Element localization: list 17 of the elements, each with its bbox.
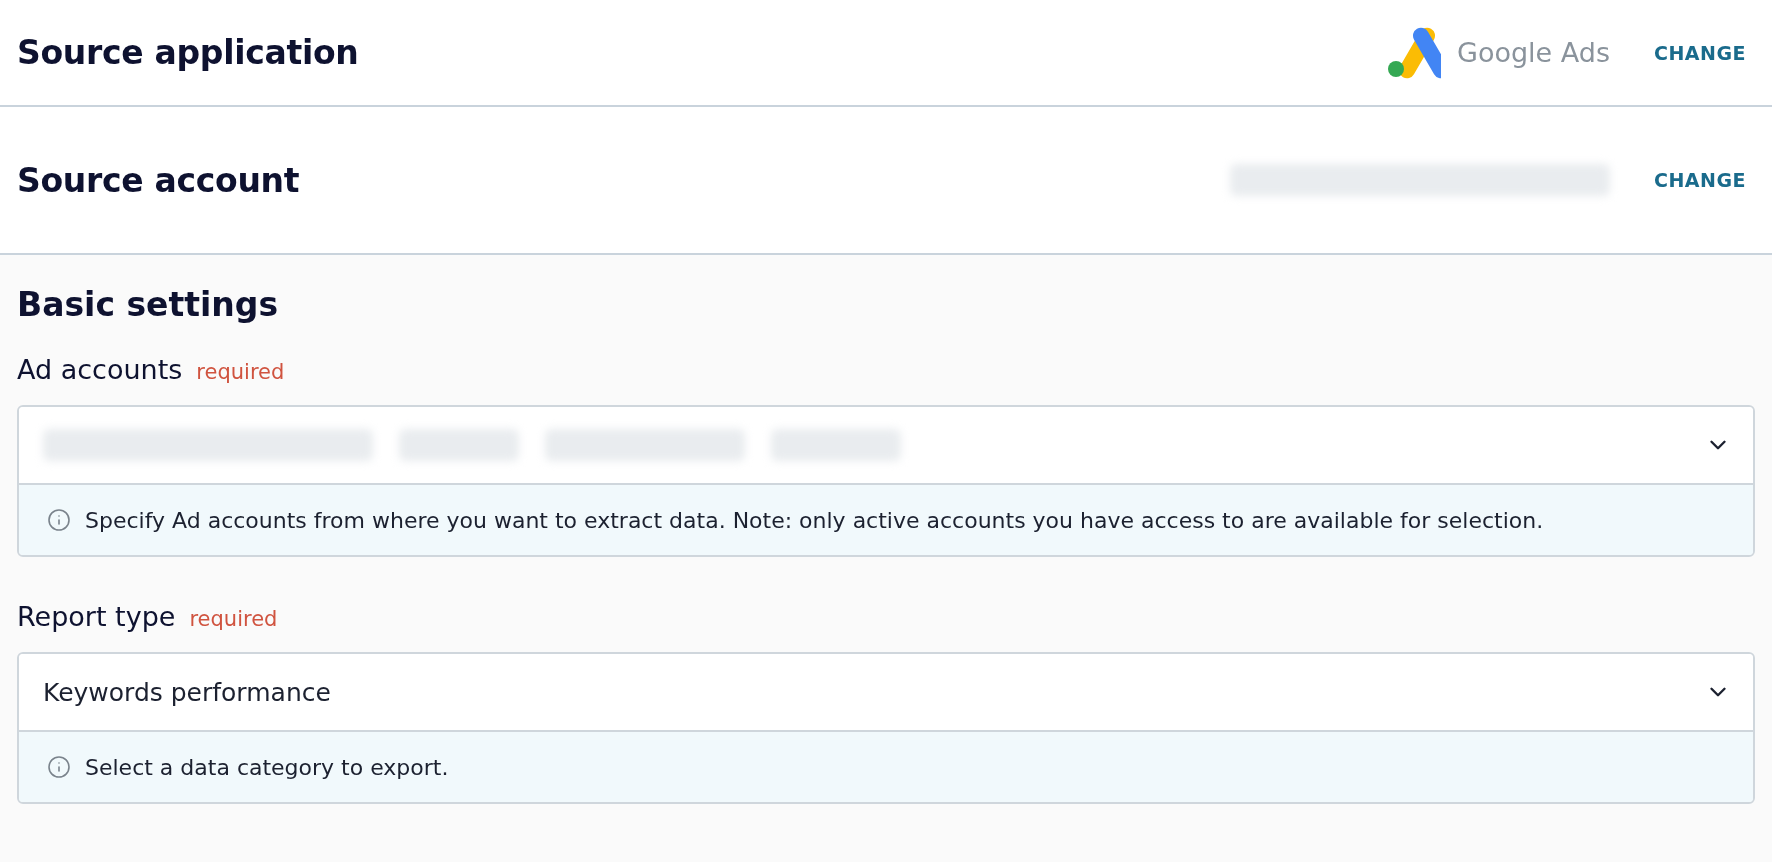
change-link[interactable]: CHANGE bbox=[1653, 41, 1746, 64]
required-label: required bbox=[189, 607, 278, 631]
required-label: required bbox=[196, 360, 285, 384]
hint-text: Specify Ad accounts from where you want to extract data. Note: only active accounts you have access to are available for selection. bbox=[85, 507, 1544, 533]
section-title: Source account bbox=[17, 160, 300, 200]
change-link[interactable]: CHANGE bbox=[1653, 169, 1746, 191]
info-icon bbox=[47, 755, 71, 779]
select-field[interactable]: Keywords performance bbox=[19, 654, 1753, 732]
section-title: Basic settings bbox=[17, 285, 280, 324]
field-label: Report type bbox=[17, 601, 176, 632]
app-name: Google Ads bbox=[1456, 37, 1610, 68]
select-field[interactable] bbox=[19, 407, 1753, 485]
section-title: Source application bbox=[17, 33, 359, 72]
select-value: Keywords performance bbox=[43, 677, 331, 707]
info-icon bbox=[47, 508, 71, 532]
hint-text: Select a data category to export. bbox=[85, 754, 449, 780]
field-label: Ad accounts bbox=[17, 354, 183, 385]
